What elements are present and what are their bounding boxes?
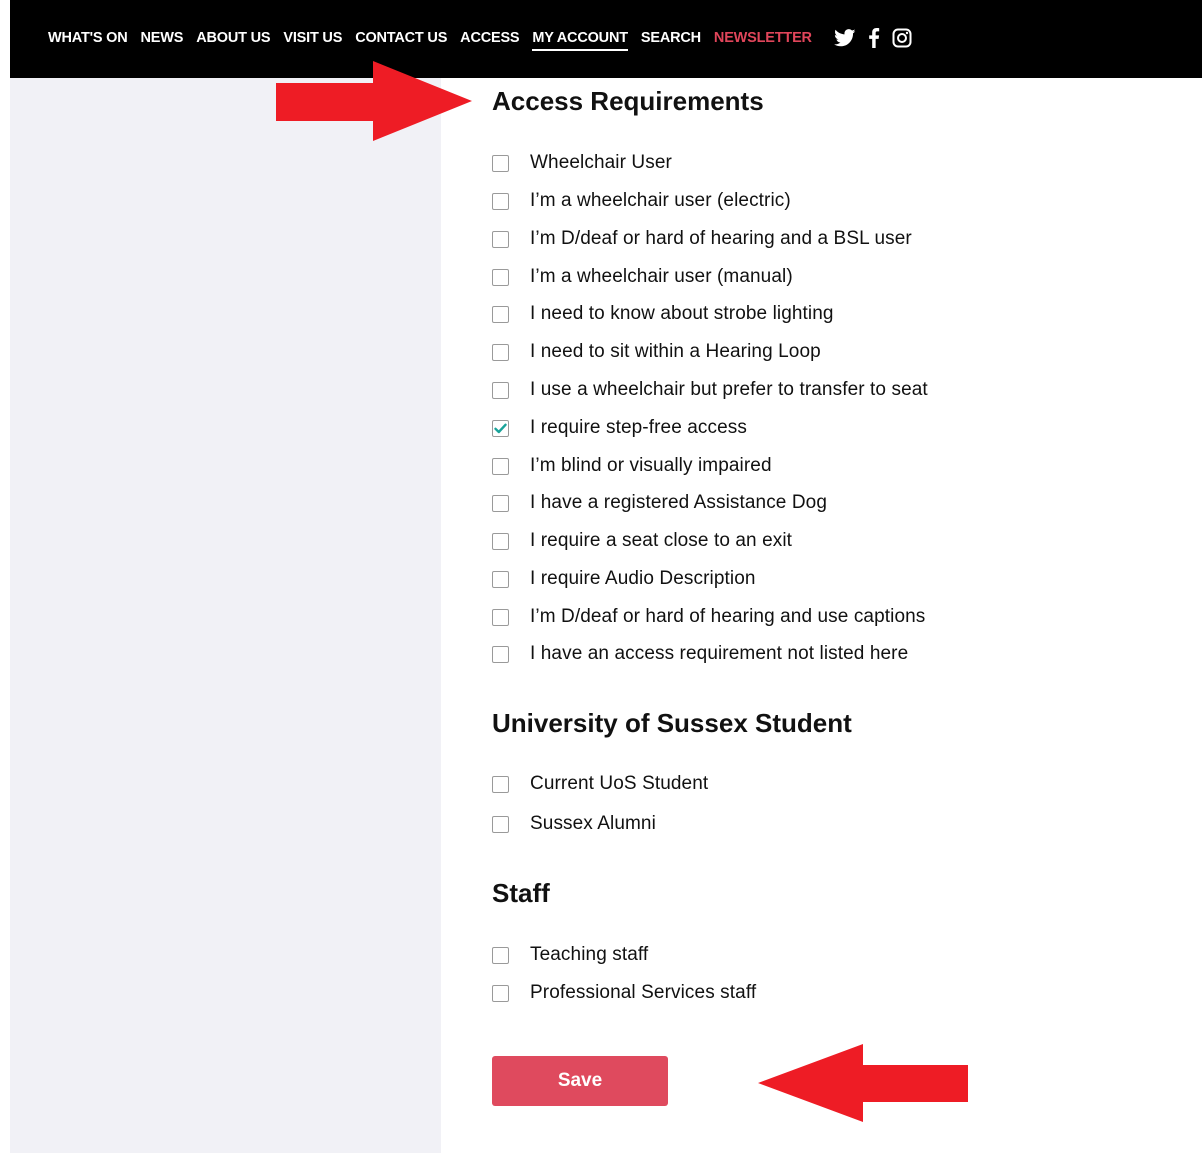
nav-link-contact-us[interactable]: CONTACT US (355, 30, 447, 51)
checkbox-checked[interactable] (492, 419, 509, 437)
checkbox-row-professional-services[interactable]: Professional Services staff (492, 981, 756, 1005)
instagram-icon[interactable] (892, 28, 912, 48)
checkbox[interactable] (492, 457, 509, 475)
checkbox-label: I’m a wheelchair user (electric) (530, 190, 791, 211)
checkbox-row-teaching-staff[interactable]: Teaching staff (492, 943, 648, 967)
checkbox[interactable] (492, 984, 509, 1002)
checkbox-row-visually-impaired[interactable]: I’m blind or visually impaired (492, 454, 772, 478)
twitter-icon[interactable] (833, 29, 856, 47)
left-sidebar-panel (10, 78, 441, 1153)
checkbox[interactable] (492, 608, 509, 626)
checkbox-row-alumni[interactable]: Sussex Alumni (492, 812, 656, 836)
checkbox[interactable] (492, 192, 509, 210)
checkbox[interactable] (492, 154, 509, 172)
checkbox[interactable] (492, 570, 509, 588)
checkbox[interactable] (492, 775, 509, 793)
student-heading: University of Sussex Student (492, 708, 852, 738)
checkbox-label: I have a registered Assistance Dog (530, 492, 828, 513)
checkbox-row-wheelchair-electric[interactable]: I’m a wheelchair user (electric) (492, 189, 791, 213)
checkbox-label: I need to know about strobe lighting (530, 303, 834, 324)
checkbox-label: I require Audio Description (530, 568, 756, 589)
nav-menu: WHAT'S ON NEWS ABOUT US VISIT US CONTACT… (48, 24, 924, 56)
checkbox-row-step-free-access[interactable]: I require step-free access (492, 416, 747, 440)
access-requirements-heading: Access Requirements (492, 86, 764, 116)
checkbox[interactable] (492, 381, 509, 399)
staff-heading: Staff (492, 878, 550, 908)
checkbox[interactable] (492, 494, 509, 512)
checkbox[interactable] (492, 268, 509, 286)
nav-link-newsletter[interactable]: NEWSLETTER (714, 30, 812, 51)
nav-link-my-account[interactable]: MY ACCOUNT (532, 30, 628, 51)
arrow-right-icon (276, 61, 472, 141)
checkbox[interactable] (492, 532, 509, 550)
checkbox-row-bsl-user[interactable]: I’m D/deaf or hard of hearing and a BSL … (492, 227, 912, 251)
facebook-icon[interactable] (868, 28, 880, 48)
checkbox-label: I’m a wheelchair user (manual) (530, 266, 793, 287)
checkbox-row-wheelchair-user[interactable]: Wheelchair User (492, 151, 672, 175)
nav-link-access[interactable]: ACCESS (460, 30, 519, 51)
checkbox-row-hearing-loop[interactable]: I need to sit within a Hearing Loop (492, 340, 821, 364)
checkbox-row-strobe-lighting[interactable]: I need to know about strobe lighting (492, 302, 834, 326)
checkbox-label: Teaching staff (530, 944, 649, 965)
save-button[interactable]: Save (492, 1056, 668, 1106)
checkbox-label: Current UoS Student (530, 773, 709, 794)
checkbox[interactable] (492, 343, 509, 361)
checkbox-row-not-listed[interactable]: I have an access requirement not listed … (492, 642, 908, 666)
checkbox-row-assistance-dog[interactable]: I have a registered Assistance Dog (492, 491, 827, 515)
nav-link-visit-us[interactable]: VISIT US (283, 30, 342, 51)
checkbox[interactable] (492, 946, 509, 964)
checkbox-label: I use a wheelchair but prefer to transfe… (530, 379, 928, 400)
nav-link-about-us[interactable]: ABOUT US (196, 30, 270, 51)
nav-link-search[interactable]: SEARCH (641, 30, 701, 51)
checkbox-label: Sussex Alumni (530, 813, 656, 834)
social-links (833, 28, 924, 48)
checkbox-label: I’m blind or visually impaired (530, 455, 772, 476)
checkbox-row-current-student[interactable]: Current UoS Student (492, 772, 708, 796)
checkmark-icon (494, 423, 507, 433)
checkbox-label: I’m D/deaf or hard of hearing and use ca… (530, 606, 926, 627)
top-nav-bar: WHAT'S ON NEWS ABOUT US VISIT US CONTACT… (10, 0, 1202, 78)
checkbox-row-seat-near-exit[interactable]: I require a seat close to an exit (492, 529, 792, 553)
checkbox-row-transfer-to-seat[interactable]: I use a wheelchair but prefer to transfe… (492, 378, 928, 402)
checkbox-label: I’m D/deaf or hard of hearing and a BSL … (530, 228, 912, 249)
checkbox-label: Professional Services staff (530, 982, 757, 1003)
nav-link-whats-on[interactable]: WHAT'S ON (48, 30, 128, 51)
checkbox-row-captions[interactable]: I’m D/deaf or hard of hearing and use ca… (492, 605, 925, 629)
checkbox[interactable] (492, 645, 509, 663)
checkbox-label: I need to sit within a Hearing Loop (530, 341, 821, 362)
checkbox-label: I require step-free access (530, 417, 747, 438)
account-page: WHAT'S ON NEWS ABOUT US VISIT US CONTACT… (0, 0, 1202, 1153)
checkbox-row-audio-description[interactable]: I require Audio Description (492, 567, 756, 591)
nav-link-news[interactable]: NEWS (141, 30, 184, 51)
arrow-left-icon (758, 1044, 968, 1122)
checkbox-row-wheelchair-manual[interactable]: I’m a wheelchair user (manual) (492, 265, 793, 289)
checkbox[interactable] (492, 305, 509, 323)
checkbox-label: I require a seat close to an exit (530, 530, 793, 551)
checkbox-label: Wheelchair User (530, 152, 672, 173)
checkbox-label: I have an access requirement not listed … (530, 643, 909, 664)
checkbox[interactable] (492, 815, 509, 833)
checkbox[interactable] (492, 230, 509, 248)
